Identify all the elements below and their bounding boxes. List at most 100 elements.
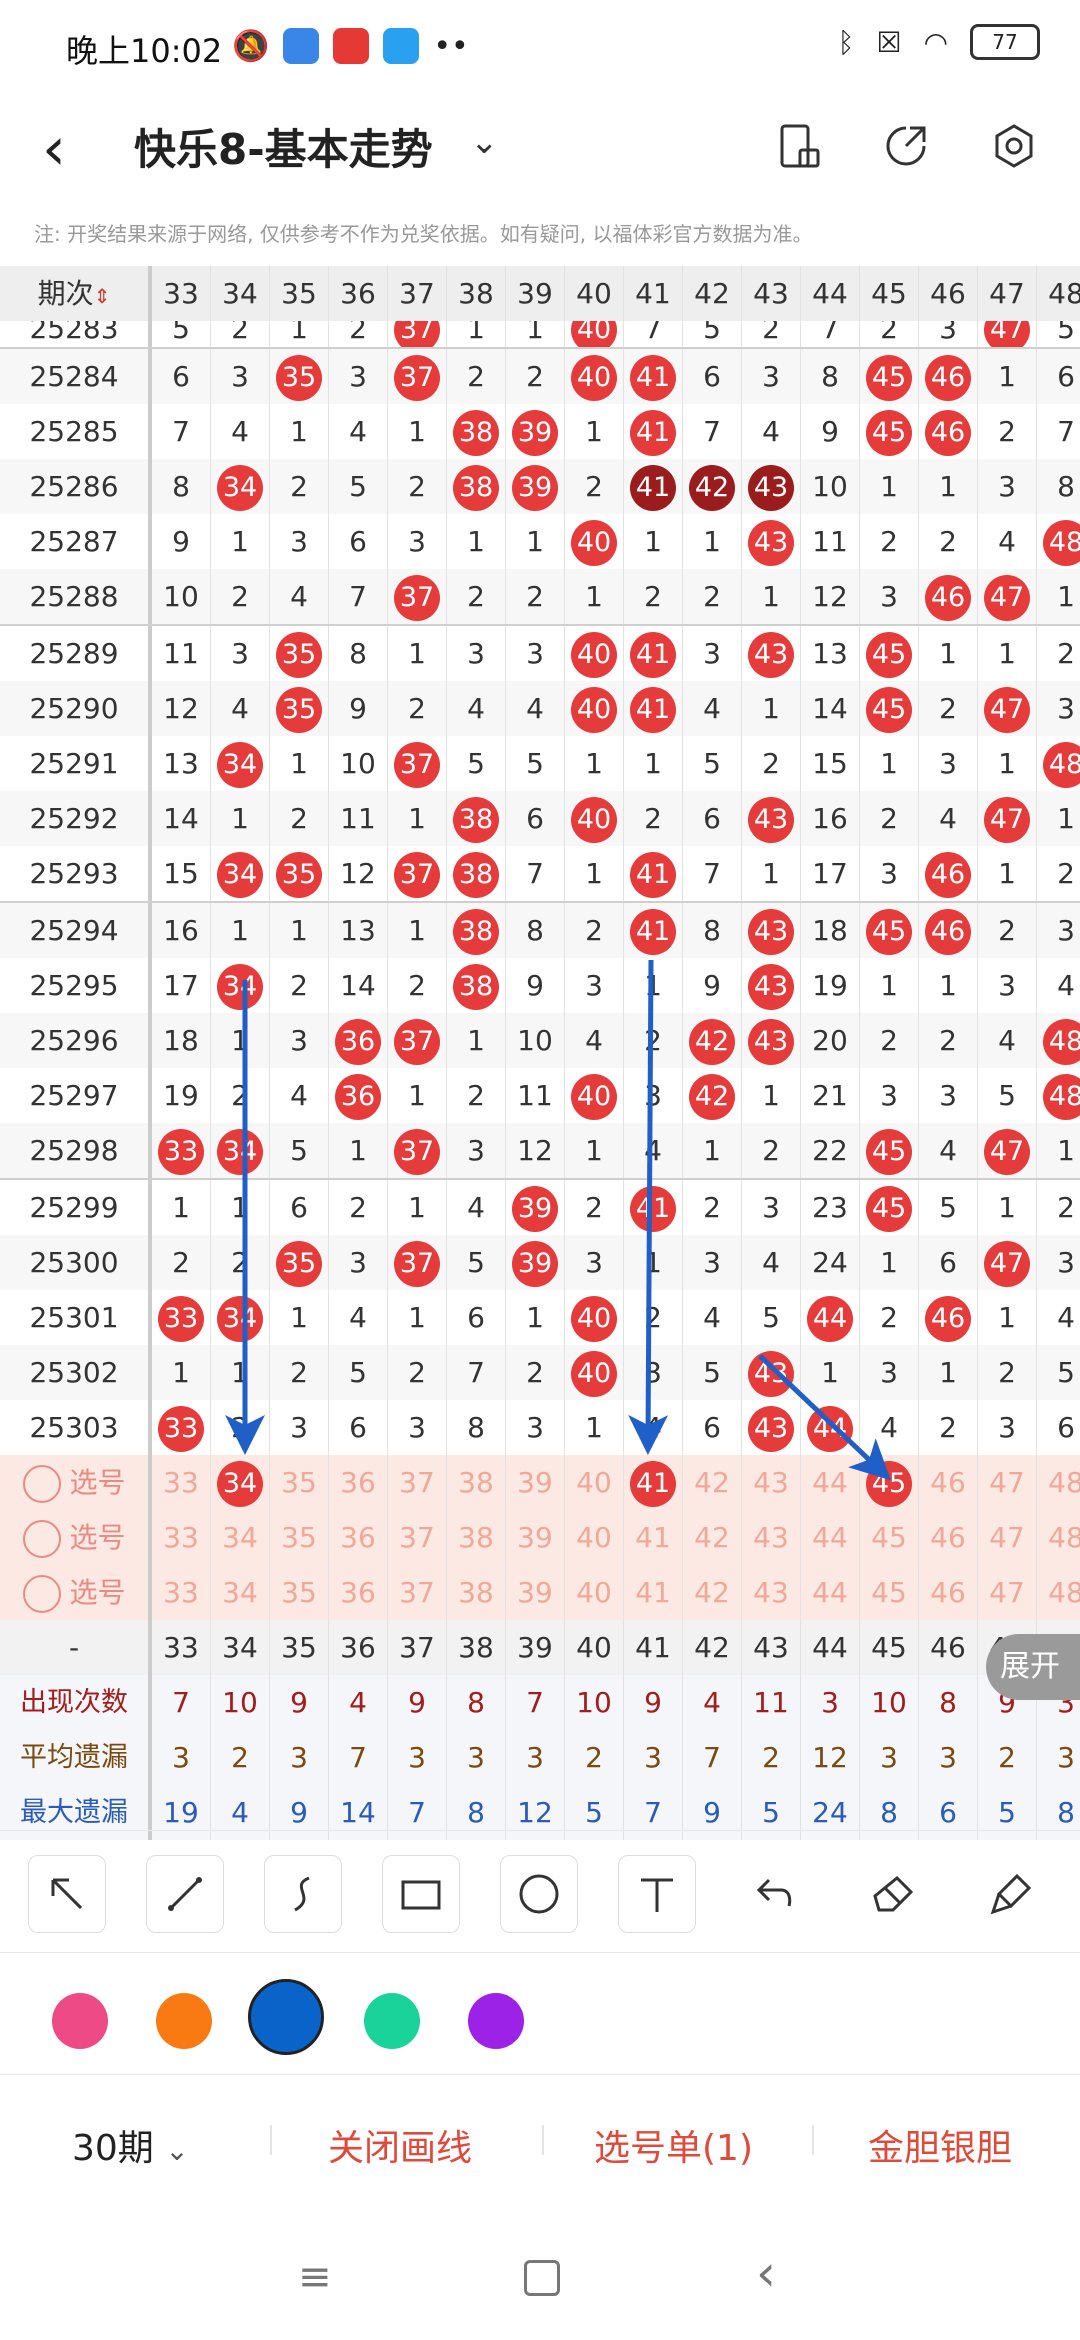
trend-cell: 45 <box>860 404 919 459</box>
line-tool-icon[interactable] <box>146 1855 224 1933</box>
pick-number-cell[interactable]: 38 <box>447 1510 506 1565</box>
select-row-label[interactable]: 选号 <box>0 1510 152 1565</box>
pick-number-cell[interactable]: 36 <box>329 1565 388 1620</box>
news-app-icon <box>333 28 370 64</box>
pick-number-cell[interactable]: 45 <box>860 1510 919 1565</box>
golden-silver-button[interactable]: 金胆银胆 <box>868 2119 1012 2171</box>
pick-number-cell[interactable]: 36 <box>329 1510 388 1565</box>
undo-tool-icon[interactable] <box>736 1855 814 1933</box>
select-radio-icon[interactable] <box>22 1465 61 1503</box>
trend-cell: 1 <box>329 1123 388 1178</box>
pick-number-cell[interactable]: 39 <box>506 1565 565 1620</box>
period-header[interactable]: 期次⇕ <box>0 266 152 321</box>
menu-icon[interactable]: ≡ <box>298 2254 332 2300</box>
pick-number-cell[interactable]: 42 <box>683 1510 742 1565</box>
text-tool-icon[interactable] <box>618 1855 696 1933</box>
trend-cell: 1 <box>978 1290 1037 1345</box>
pick-number-cell[interactable]: 37 <box>388 1565 447 1620</box>
select-row-label[interactable]: 选号 <box>0 1455 152 1510</box>
select-row-label[interactable]: 选号 <box>0 1565 152 1620</box>
pick-number-cell[interactable]: 37 <box>388 1510 447 1565</box>
table-row: 25289 11 3 35 8 1 3 3 40 41 3 43 13 45 1 1 2 <box>0 624 1080 681</box>
pick-number-cell[interactable]: 48 <box>1037 1565 1080 1620</box>
color-swatch-pink[interactable] <box>52 1993 108 2049</box>
pick-number-cell[interactable]: 40 <box>565 1565 624 1620</box>
pick-number-cell[interactable]: 33 <box>152 1565 211 1620</box>
trend-cell: 40 <box>565 321 624 347</box>
eraser-tool-icon[interactable] <box>854 1855 932 1933</box>
color-swatch-purple[interactable] <box>468 1993 524 2049</box>
pick-number-cell[interactable]: 48 <box>1037 1455 1080 1510</box>
pick-number-cell[interactable]: 35 <box>270 1565 329 1620</box>
pick-number-cell[interactable]: 48 <box>1037 1510 1080 1565</box>
curve-tool-icon[interactable] <box>264 1855 342 1933</box>
pick-number-cell[interactable]: 37 <box>388 1455 447 1510</box>
pick-number-cell[interactable]: 46 <box>919 1455 978 1510</box>
expand-button[interactable]: 展开 <box>986 1634 1080 1700</box>
settings-icon[interactable] <box>984 116 1044 176</box>
select-radio-icon[interactable] <box>22 1575 61 1613</box>
pick-number-cell[interactable]: 33 <box>152 1455 211 1510</box>
picked-number-ball[interactable]: 34 <box>217 1461 263 1507</box>
page-title[interactable]: 快乐8-基本走势 <box>134 116 433 177</box>
back-icon[interactable]: ‹ <box>42 114 66 184</box>
pick-number-cell[interactable]: 47 <box>978 1510 1037 1565</box>
circle-tool-icon[interactable] <box>500 1855 578 1933</box>
trend-cell: 41 <box>624 459 683 514</box>
pick-number-cell[interactable]: 40 <box>565 1510 624 1565</box>
arrow-tool-icon[interactable] <box>28 1855 106 1933</box>
pick-number-cell[interactable]: 44 <box>801 1510 860 1565</box>
pick-number-cell[interactable]: 33 <box>152 1510 211 1565</box>
color-swatch-orange[interactable] <box>156 1993 212 2049</box>
select-radio-icon[interactable] <box>22 1520 61 1558</box>
pick-number-cell[interactable]: 44 <box>801 1565 860 1620</box>
pick-number-cell[interactable]: 46 <box>919 1510 978 1565</box>
period-cell: 25295 <box>0 958 152 1013</box>
pick-number-cell[interactable]: 45 <box>860 1565 919 1620</box>
pick-number-cell[interactable]: 34 <box>211 1565 270 1620</box>
pick-number-cell[interactable]: 43 <box>742 1565 801 1620</box>
color-swatch-green[interactable] <box>364 1993 420 2049</box>
sort-icon[interactable]: ⇕ <box>94 284 111 308</box>
pick-number-cell[interactable]: 41 <box>624 1565 683 1620</box>
pick-number-cell[interactable]: 34 <box>211 1510 270 1565</box>
color-swatch-blue-selected[interactable] <box>248 1979 324 2055</box>
pick-number-cell[interactable]: 36 <box>329 1455 388 1510</box>
pick-number-cell[interactable]: 38 <box>447 1455 506 1510</box>
pick-number-cell[interactable]: 43 <box>742 1455 801 1510</box>
clear-tool-icon[interactable] <box>972 1855 1050 1933</box>
chevron-down-icon[interactable]: ⌄ <box>470 122 499 162</box>
selection-list-button[interactable]: 选号单(1) <box>594 2119 753 2171</box>
pick-number-cell[interactable]: 41 <box>624 1455 683 1510</box>
pick-number-cell[interactable]: 47 <box>978 1565 1037 1620</box>
trend-cell: 1 <box>388 1068 447 1123</box>
pick-number-cell[interactable]: 44 <box>801 1455 860 1510</box>
pick-number-cell[interactable]: 38 <box>447 1565 506 1620</box>
pick-number-cell[interactable]: 34 <box>211 1455 270 1510</box>
pick-number-cell[interactable]: 47 <box>978 1455 1037 1510</box>
trend-cell: 2 <box>919 514 978 569</box>
pick-number-cell[interactable]: 41 <box>624 1510 683 1565</box>
pick-number-cell[interactable]: 45 <box>860 1455 919 1510</box>
pick-number-cell[interactable]: 35 <box>270 1510 329 1565</box>
back-nav-icon[interactable]: ‹ <box>756 2244 776 2302</box>
winning-number-ball: 46 <box>925 1296 971 1342</box>
pick-number-cell[interactable]: 42 <box>683 1455 742 1510</box>
pick-number-cell[interactable]: 35 <box>270 1455 329 1510</box>
trend-cell: 46 <box>919 404 978 459</box>
pick-number-cell[interactable]: 39 <box>506 1455 565 1510</box>
picked-number-ball[interactable]: 41 <box>630 1461 676 1507</box>
period-selector[interactable]: 30期 ⌄ <box>72 2119 189 2171</box>
pick-number-cell[interactable]: 39 <box>506 1510 565 1565</box>
pick-number-cell[interactable]: 42 <box>683 1565 742 1620</box>
trend-cell: 4 <box>329 404 388 459</box>
close-lines-button[interactable]: 关闭画线 <box>328 2119 472 2171</box>
rect-tool-icon[interactable] <box>382 1855 460 1933</box>
share-icon[interactable] <box>876 116 936 176</box>
home-icon[interactable] <box>524 2260 560 2296</box>
pick-number-cell[interactable]: 40 <box>565 1455 624 1510</box>
pick-number-cell[interactable]: 43 <box>742 1510 801 1565</box>
phone-rotate-icon[interactable] <box>770 116 830 176</box>
pick-number-cell[interactable]: 46 <box>919 1565 978 1620</box>
picked-number-ball[interactable]: 45 <box>866 1461 912 1507</box>
